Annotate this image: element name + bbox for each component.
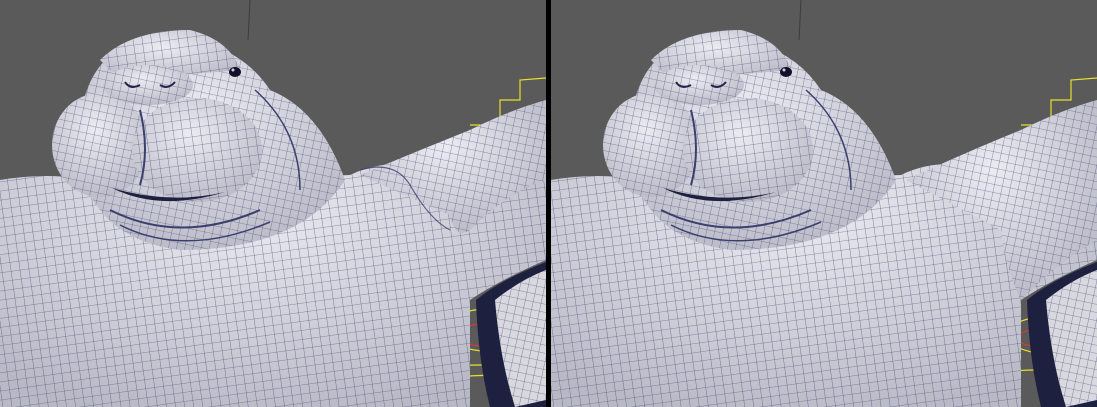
viewport-left[interactable]: [0, 0, 546, 407]
viewport-right[interactable]: [551, 0, 1097, 407]
viewport-right-canvas[interactable]: [551, 0, 1097, 407]
viewport-left-canvas[interactable]: [0, 0, 546, 407]
dual-viewport-app: [0, 0, 1097, 407]
